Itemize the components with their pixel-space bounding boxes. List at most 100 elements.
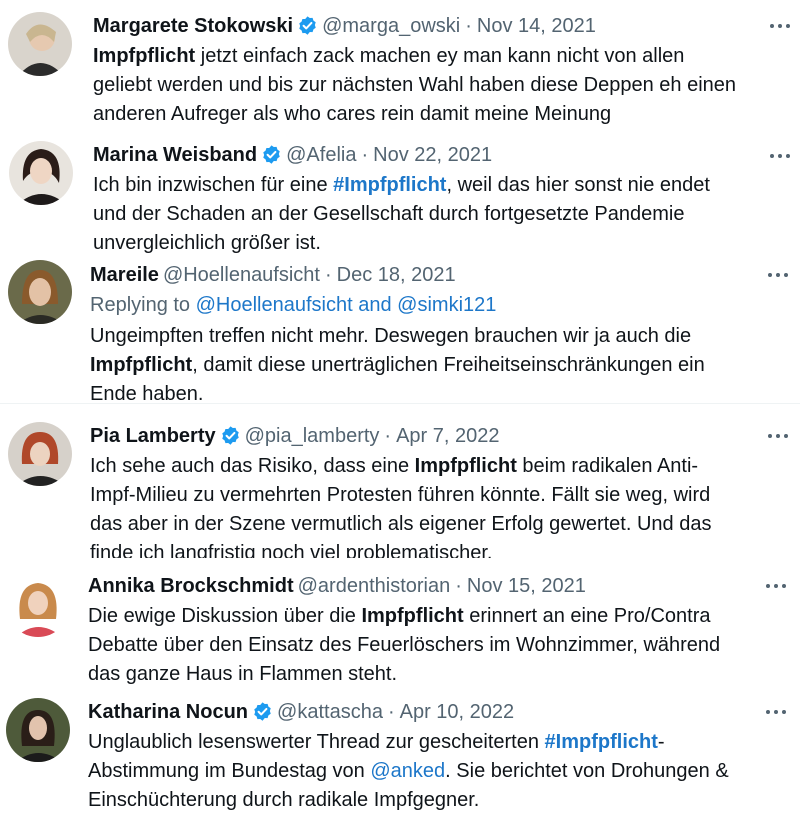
tweet-header: Pia Lamberty @pia_lamberty · Apr 7, 2022 [90, 424, 500, 448]
keyword: Impfpflicht [361, 605, 464, 627]
tweet-date[interactable]: Apr 7, 2022 [396, 425, 499, 447]
more-options-icon[interactable] [766, 20, 794, 32]
tweet-lamberty[interactable]: Pia Lamberty @pia_lamberty · Apr 7, 2022 Ic… [0, 408, 800, 558]
tweet-line: unvergleichlich größer ist. [93, 232, 321, 254]
keyword: Impfpflicht [90, 354, 193, 376]
author-handle[interactable]: @Afelia [286, 144, 356, 166]
verified-badge-icon [263, 145, 280, 164]
author-handle[interactable]: @Hoellenaufsicht [163, 264, 320, 286]
author-handle[interactable]: @pia_lamberty [245, 425, 380, 447]
separator-dot: · [465, 15, 472, 37]
text-segment: Unglaublich lesenswerter Thread zur gesc… [88, 731, 545, 753]
avatar[interactable] [6, 698, 70, 762]
keyword: Impfpflicht [93, 45, 196, 67]
tweet-header: Annika Brockschmidt @ardenthistorian · Nov … [88, 574, 586, 598]
tweet-date[interactable]: Nov 15, 2021 [467, 575, 586, 597]
tweet-date[interactable]: Dec 18, 2021 [337, 264, 456, 286]
tweet-stokowski[interactable]: Margarete Stokowski @marga_owski · Nov 14, … [0, 0, 800, 132]
tweet-text: Impfpflicht jetzt einfach zack machen ey… [93, 42, 736, 129]
verified-badge-icon [254, 702, 271, 721]
author-name[interactable]: Marina Weisband [93, 144, 257, 166]
tweet-text: Unglaublich lesenswerter Thread zur gesc… [88, 728, 729, 814]
mention-link[interactable]: @simki121 [397, 294, 496, 316]
text-segment: - [657, 731, 665, 753]
text-segment: Ich sehe auch das Risiko, dass eine [90, 455, 415, 477]
avatar[interactable] [9, 141, 73, 205]
tweet-header: Marina Weisband @Afelia · Nov 22, 2021 [93, 143, 492, 167]
tweet-brockschmidt[interactable]: Annika Brockschmidt @ardenthistorian · Nov … [0, 565, 800, 685]
tweet-text: Ich sehe auch das Risiko, dass eine Impf… [90, 452, 711, 558]
text-segment: . Sie berichtet von Drohungen & [445, 760, 729, 782]
replying-to: Replying to @Hoellenaufsicht and @simki1… [90, 293, 496, 317]
text-segment: erinnert an eine Pro/Contra [463, 605, 711, 627]
tweet-line: das ganze Haus in Flammen steht. [88, 663, 398, 685]
avatar[interactable] [6, 573, 70, 637]
more-options-icon[interactable] [764, 430, 792, 442]
separator-dot: · [387, 701, 395, 723]
author-handle[interactable]: @kattascha [277, 701, 383, 723]
tweet-line: Unglaublich lesenswerter Thread zur gesc… [88, 728, 729, 757]
tweet-line: finde ich langfristig noch viel problema… [90, 542, 493, 558]
divider [0, 403, 800, 404]
mention-link[interactable]: @Hoellenaufsicht [196, 294, 353, 316]
author-name[interactable]: Pia Lamberty [90, 425, 216, 447]
tweet-line: Impfpflicht, damit diese unerträglichen … [90, 351, 705, 380]
author-name[interactable]: Annika Brockschmidt [88, 575, 294, 597]
separator-dot: · [455, 575, 462, 597]
tweet-line: anderen Aufreger als who cares rein dami… [93, 103, 612, 125]
text-segment: Ich bin inzwischen für eine [93, 174, 334, 196]
author-name[interactable]: Katharina Nocun [88, 701, 248, 723]
text-segment: , weil das hier sonst nie endet [446, 174, 710, 196]
tweet-line: Abstimmung im Bundestag von @anked. Sie … [88, 757, 729, 786]
verified-badge-icon [299, 16, 316, 35]
tweet-date[interactable]: Nov 22, 2021 [373, 144, 492, 166]
more-options-icon[interactable] [762, 580, 790, 592]
verified-badge-icon [221, 426, 239, 445]
tweet-text: Die ewige Diskussion über die Impfpflich… [88, 602, 720, 685]
tweet-header: Katharina Nocun @kattascha · Apr 10, 2022 [88, 700, 514, 724]
author-name[interactable]: Margarete Stokowski [93, 15, 293, 37]
text-segment: Die ewige Diskussion über die [88, 605, 362, 627]
text-segment: beim radikalen Anti- [516, 455, 699, 477]
tweet-header: Mareile @Hoellenaufsicht · Dec 18, 2021 [90, 263, 456, 287]
mention-link[interactable]: @anked [370, 760, 445, 782]
tweet-date[interactable]: Apr 10, 2022 [400, 701, 515, 723]
tweet-nocun[interactable]: Katharina Nocun @kattascha · Apr 10, 2022 U… [0, 690, 800, 814]
tweet-line: geliebt werden und bis zur nächsten Wahl… [93, 74, 737, 96]
text-segment: jetzt einfach zack machen ey man kann ni… [195, 45, 685, 67]
tweet-line: und der Schaden an der Gesellschaft durc… [93, 203, 685, 225]
hashtag-link[interactable]: #Impfpflicht [333, 174, 446, 196]
more-options-icon[interactable] [762, 706, 790, 718]
author-name[interactable]: Mareile [90, 264, 159, 286]
author-handle[interactable]: @marga_owski [322, 15, 460, 37]
tweet-mareile[interactable]: Mareile @Hoellenaufsicht · Dec 18, 2021 Rep… [0, 258, 800, 403]
tweet-text: Ich bin inzwischen für eine #Impfpflicht… [93, 171, 710, 258]
tweet-line: Ich bin inzwischen für eine #Impfpflicht… [93, 171, 710, 200]
tweet-line: Einschüchterung durch radikale Impfgegne… [88, 789, 480, 811]
tweet-text: Ungeimpften treffen nicht mehr. Deswegen… [90, 322, 705, 403]
tweet-line: Impf-Milieu zu vermehrten Protesten führ… [90, 484, 711, 506]
text-segment: , damit diese unerträglichen Freiheitsei… [192, 354, 705, 376]
tweet-header: Margarete Stokowski @marga_owski · Nov 14, … [93, 14, 596, 38]
more-options-icon[interactable] [764, 269, 792, 281]
separator-dot: · [384, 425, 392, 447]
reply-prefix: Replying to [90, 294, 196, 316]
avatar[interactable] [8, 422, 72, 486]
reply-and: and [352, 294, 398, 316]
separator-dot: · [325, 264, 332, 286]
tweet-line: Impfpflicht jetzt einfach zack machen ey… [93, 42, 736, 71]
avatar[interactable] [8, 12, 72, 76]
tweet-line: Die ewige Diskussion über die Impfpflich… [88, 602, 720, 631]
tweet-weisband[interactable]: Marina Weisband @Afelia · Nov 22, 2021 Ich … [0, 132, 800, 258]
tweet-line: das aber in der Szene vermutlich als eig… [90, 513, 712, 535]
tweet-date[interactable]: Nov 14, 2021 [477, 15, 596, 37]
tweet-line: Ende haben. [90, 383, 204, 403]
author-handle[interactable]: @ardenthistorian [298, 575, 451, 597]
keyword: Impfpflicht [414, 455, 517, 477]
tweet-line: Debatte über den Einsatz des Feuerlösche… [88, 634, 721, 656]
hashtag-link[interactable]: #Impfpflicht [545, 731, 658, 753]
more-options-icon[interactable] [766, 150, 794, 162]
text-segment: Abstimmung im Bundestag von [88, 760, 371, 782]
tweet-line: Ich sehe auch das Risiko, dass eine Impf… [90, 452, 711, 481]
avatar[interactable] [8, 260, 72, 324]
